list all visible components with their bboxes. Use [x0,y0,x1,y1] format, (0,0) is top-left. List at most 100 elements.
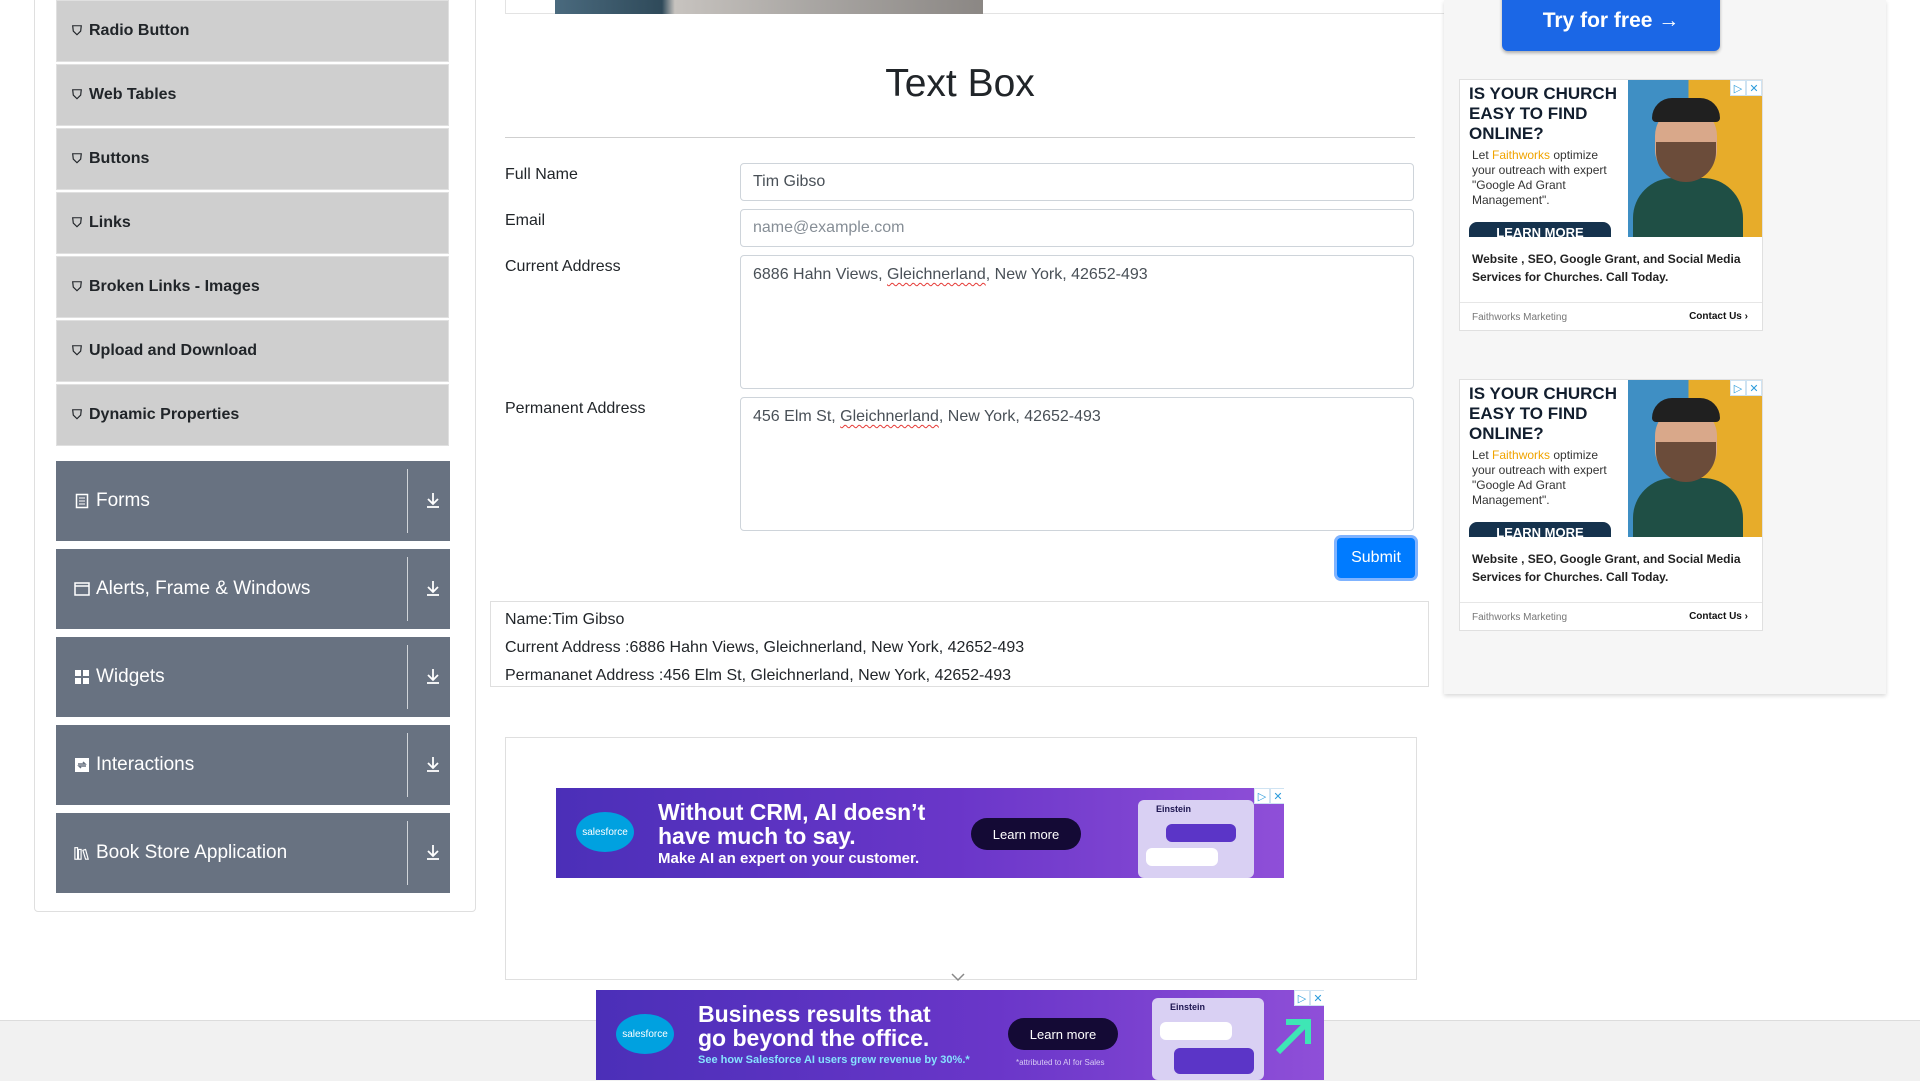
salesforce-logo: salesforce [576,812,634,852]
group-book-store[interactable]: Book Store Application [56,813,450,893]
group-forms[interactable]: Forms [56,461,450,541]
adchoices-icon[interactable]: ▷ [1730,380,1746,396]
menu-item-label: Buttons [89,150,150,167]
adchoices-icon[interactable]: ▷ [1254,788,1270,804]
ad-photo [1628,80,1762,237]
close-icon[interactable]: ✕ [1270,788,1284,804]
person-cap [1652,98,1720,122]
spellcheck-word: Gleichnerland [840,408,939,425]
chat-card-title: Einstein [1156,804,1192,814]
download-arrow-icon[interactable] [424,579,442,597]
html5-icon: ⛉ [72,343,82,358]
ad-headline-line2: go beyond the office. [698,1025,930,1051]
current-address-label: Current Address [505,258,621,275]
current-address-text-end: , New York, 42652-493 [985,266,1148,283]
chevron-down-icon[interactable] [951,972,965,982]
menu-item-links[interactable]: ⛉ Links [56,192,449,254]
person-cap [1652,398,1720,422]
menu-item-label: Broken Links - Images [89,278,260,295]
html5-icon: ⛉ [72,407,82,422]
email-label: Email [505,212,546,229]
menu-item-upload-download[interactable]: ⛉ Upload and Download [56,320,449,382]
try-for-free-button[interactable]: Try for free → [1502,0,1720,51]
person-hoodie [1633,478,1743,537]
download-arrow-icon[interactable] [424,491,442,509]
menu-item-broken-links[interactable]: ⛉ Broken Links - Images [56,256,449,318]
chevron-right-icon: › [1744,611,1748,622]
html5-icon: ⛉ [72,279,82,294]
download-arrow-icon[interactable] [424,755,442,773]
group-divider [407,821,408,885]
contact-us-link[interactable]: Contact Us › [1689,311,1748,322]
ad-headline: IS YOUR CHURCH EASY TO FIND ONLINE? [1469,84,1617,143]
output-name: Name:Tim Gibso [505,611,625,628]
contact-us-label: Contact Us [1689,611,1742,622]
full-name-input[interactable]: Tim Gibso [740,163,1414,201]
category-groups: Forms Alerts, Frame & Windows Widgets In… [56,461,450,901]
permanent-address-textarea[interactable]: 456 Elm St, Gleichnerland, New York, 426… [740,397,1414,531]
ad-visual: IS YOUR CHURCH EASY TO FIND ONLINE? Let … [1460,380,1762,537]
faithworks-ad[interactable]: IS YOUR CHURCH EASY TO FIND ONLINE? Let … [1459,379,1763,631]
menu-item-web-tables[interactable]: ⛉ Web Tables [56,64,449,126]
title-divider [505,137,1415,138]
ad-body: Let Faithworks optimize your outreach wi… [1472,148,1622,208]
person-beard [1656,142,1716,182]
grid-icon [74,669,90,685]
current-address-text: 6886 Hahn Views, [753,266,888,283]
close-icon[interactable]: ✕ [1746,80,1762,96]
faithworks-ad[interactable]: IS YOUR CHURCH EASY TO FIND ONLINE? Let … [1459,79,1763,331]
submit-button[interactable]: Submit [1337,538,1415,578]
group-divider [407,469,408,533]
download-arrow-icon[interactable] [424,667,442,685]
ad-headline: IS YOUR CHURCH EASY TO FIND ONLINE? [1469,384,1617,443]
permanent-address-text-end: , New York, 42652-493 [938,408,1101,425]
menu-item-radio-button[interactable]: ⛉ Radio Button [56,0,449,62]
arrow-up-right-icon [1275,1019,1311,1055]
ad-footer: Faithworks Marketing Contact Us › [1460,302,1762,331]
chat-card-title: Einstein [1170,1002,1206,1012]
group-divider [407,557,408,621]
adchoices-icon[interactable]: ▷ [1730,80,1746,96]
close-icon[interactable]: ✕ [1746,380,1762,396]
chat-card: Einstein [1138,800,1254,878]
group-alerts-frame-windows[interactable]: Alerts, Frame & Windows [56,549,450,629]
menu-item-buttons[interactable]: ⛉ Buttons [56,128,449,190]
html5-icon: ⛉ [72,23,82,38]
group-widgets[interactable]: Widgets [56,637,450,717]
learn-more-button[interactable]: Learn more [971,818,1081,850]
email-input[interactable]: name@example.com [740,209,1414,247]
learn-more-button[interactable]: Learn more [1008,1018,1118,1050]
ad-visual: IS YOUR CHURCH EASY TO FIND ONLINE? Let … [1460,80,1762,237]
group-label: Alerts, Frame & Windows [96,578,311,599]
email-placeholder: name@example.com [753,219,905,236]
adchoices-icon[interactable]: ▷ [1294,990,1310,1006]
contact-us-link[interactable]: Contact Us › [1689,611,1748,622]
ad-body-text: Let [1472,448,1493,462]
menu-item-label: Web Tables [89,86,177,103]
menu-item-label: Upload and Download [89,342,257,359]
output-permanent-address: Permananet Address :456 Elm St, Gleichne… [505,667,1012,684]
html5-icon: ⛉ [72,87,82,102]
permanent-address-text: 456 Elm St, [753,408,841,425]
ad-advertiser: Faithworks Marketing [1472,312,1568,323]
ad-footnote: *attributed to AI for Sales [1016,1058,1105,1067]
ad-headline-line2: have much to say. [658,823,856,849]
group-interactions[interactable]: Interactions [56,725,450,805]
ad-photo [1628,380,1762,537]
salesforce-logo: salesforce [616,1014,674,1054]
ad-headline-line1: Without CRM, AI doesn’t [658,799,926,825]
close-icon[interactable]: ✕ [1310,990,1324,1006]
menu-item-dynamic-properties[interactable]: ⛉ Dynamic Properties [56,384,449,446]
books-icon [74,845,90,861]
learn-more-button[interactable]: LEARN MORE [1469,522,1611,537]
ad-headline-line1: Business results that [698,1001,931,1027]
salesforce-ad-banner[interactable]: salesforce Without CRM, AI doesn’t have … [556,788,1284,878]
learn-more-button[interactable]: LEARN MORE [1469,222,1611,237]
ad-brand-highlight: Faithworks [1492,448,1551,462]
download-arrow-icon[interactable] [424,843,442,861]
salesforce-sticky-ad[interactable]: salesforce Business results that go beyo… [596,990,1324,1080]
ad-subline: Make AI an expert on your customer. [658,850,920,867]
ad-subline: See how Salesforce AI users grew revenue… [698,1054,970,1066]
current-address-textarea[interactable]: 6886 Hahn Views, Gleichnerland, New York… [740,255,1414,389]
person-hoodie [1633,178,1743,237]
